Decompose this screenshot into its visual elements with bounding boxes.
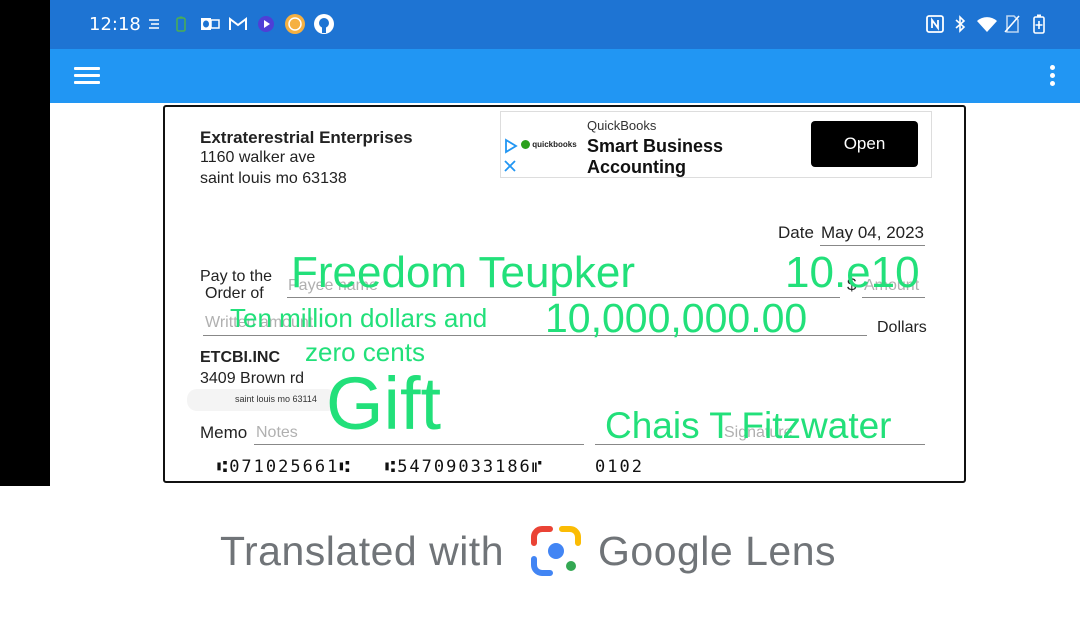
- quickbooks-ad[interactable]: quickbooks QuickBooks Smart Business Acc…: [500, 111, 932, 178]
- ad-headline-line2: Accounting: [587, 157, 686, 177]
- micr-routing: ⑆071025661⑆: [217, 457, 352, 477]
- payer-address-line2: saint louis mo 63138: [200, 170, 347, 187]
- ad-headline-line1: Smart Business: [587, 136, 724, 156]
- memo-label: Memo: [200, 423, 248, 442]
- date-label: Date: [778, 223, 814, 242]
- battery-icon: [1032, 13, 1046, 35]
- bank-address-line1: 3409 Brown rd: [200, 370, 305, 387]
- ad-open-button[interactable]: Open: [811, 121, 918, 167]
- overlay-signature: Chais T Fitzwater: [605, 405, 892, 446]
- no-sim-icon: [1004, 13, 1020, 35]
- app-bar: [50, 49, 1080, 103]
- status-bar: 12:18: [50, 0, 1080, 49]
- hamburger-menu-icon[interactable]: [74, 67, 100, 85]
- wifi-icon: [976, 13, 998, 35]
- dollars-label: Dollars: [877, 319, 927, 336]
- battery-saver-icon: [175, 13, 187, 35]
- notes-input[interactable]: Notes: [256, 424, 298, 442]
- media-icon: [257, 13, 275, 35]
- overlay-amount-numeric: 10,000,000.00: [545, 295, 808, 341]
- quickbooks-logo: quickbooks: [521, 140, 577, 150]
- payer-address-line1: 1160 walker ave: [200, 149, 316, 166]
- bluetooth-icon: [953, 13, 967, 35]
- status-time: 12:18: [89, 14, 141, 35]
- bank-name: ETCBI.INC: [200, 349, 280, 366]
- outlook-icon: [200, 13, 220, 35]
- overlay-amount-short: 10.e10: [785, 248, 920, 297]
- ad-close-icon[interactable]: [504, 159, 516, 177]
- check-image: Extraterestrial Enterprises 1160 walker …: [163, 105, 966, 483]
- overlay-memo: Gift: [326, 362, 442, 445]
- overlay-payee: Freedom Teupker: [291, 248, 636, 297]
- payer-name: Extraterestrial Enterprises: [200, 128, 413, 147]
- more-vert-icon[interactable]: [1048, 65, 1056, 87]
- micr-account: ⑆54709033186⑈: [385, 457, 544, 477]
- date-value[interactable]: May 04, 2023: [821, 223, 924, 243]
- gmail-icon: [228, 13, 248, 35]
- bank-address-line2: saint louis mo 63114: [235, 394, 317, 404]
- left-black-bar: [0, 0, 50, 486]
- github-icon: [313, 13, 335, 35]
- micr-check-number: 0102: [595, 457, 644, 477]
- footer-text-left: Translated with: [220, 527, 504, 574]
- footer-text-right: Google Lens: [598, 527, 837, 574]
- stream-icon: [147, 13, 161, 35]
- coin-icon: [284, 13, 306, 35]
- nfc-icon: [926, 13, 944, 35]
- ad-brand: QuickBooks: [587, 118, 657, 133]
- pay-to-label-line1: Pay to the: [200, 268, 273, 285]
- overlay-written-line1: Ten million dollars and: [230, 303, 488, 333]
- google-lens-logo-icon: [530, 525, 582, 577]
- google-lens-footer: Translated with Google Lens: [220, 525, 836, 577]
- ad-play-icon: [504, 138, 518, 159]
- date-underline: [820, 245, 925, 246]
- pay-to-label-line2: Order of: [205, 285, 264, 302]
